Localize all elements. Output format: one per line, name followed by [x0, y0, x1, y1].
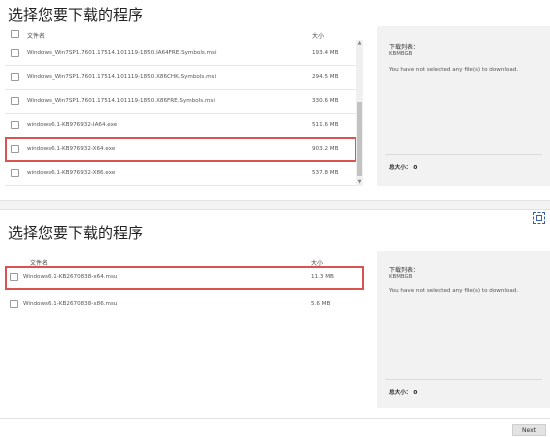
- file-name: windows6.1-KB976932-IA64.exe: [27, 122, 118, 128]
- file-size: 5.6 MB: [311, 301, 331, 307]
- column-header-size: 大小: [312, 33, 325, 40]
- page-title: 选择您要下载的程序: [8, 224, 144, 242]
- file-list: 文件名 大小 Windows6.1-KB2670838-x64.msu 11.3…: [5, 253, 365, 313]
- table-row[interactable]: Windows_Win7SP1.7601.17514.101119-1850.I…: [5, 42, 360, 66]
- file-name: Windows_Win7SP1.7601.17514.101119-1850.X…: [27, 98, 215, 104]
- download-list-panel: 下载列表： KBMBGB You have not selected any f…: [377, 251, 550, 408]
- scrollbar-thumb[interactable]: [357, 102, 362, 176]
- download-panel-1: 选择您要下载的程序 文件名 大小 Windows_Win7SP1.7601.17…: [0, 0, 550, 200]
- file-list: 文件名 大小 Windows_Win7SP1.7601.17514.101119…: [5, 26, 360, 194]
- row-checkbox[interactable]: [10, 300, 18, 308]
- row-checkbox[interactable]: [11, 73, 19, 81]
- download-list-units: KBMBGB: [389, 51, 413, 57]
- divider: [385, 154, 542, 155]
- file-size: 537.8 MB: [312, 170, 339, 176]
- column-header-name: 文件名: [27, 33, 46, 40]
- total-size: 总大小： 0: [389, 165, 418, 171]
- scroll-up-icon[interactable]: ▲: [356, 40, 363, 47]
- row-checkbox[interactable]: [11, 121, 19, 129]
- panel-separator: [0, 200, 550, 210]
- footer-divider: [0, 418, 550, 419]
- table-row[interactable]: windows6.1-KB976932-X86.exe 537.8 MB: [5, 162, 360, 186]
- select-all-checkbox[interactable]: [11, 30, 19, 38]
- total-size: 总大小： 0: [389, 390, 418, 396]
- highlight-box: [5, 266, 364, 290]
- table-row[interactable]: Windows6.1-KB2670838-x86.msu 5.6 MB: [5, 293, 365, 317]
- download-list-panel: 下载列表： KBMBGB You have not selected any f…: [377, 26, 550, 186]
- file-size: 511.6 MB: [312, 122, 339, 128]
- table-row[interactable]: Windows_Win7SP1.7601.17514.101119-1850.X…: [5, 66, 360, 90]
- file-size: 294.5 MB: [312, 74, 339, 80]
- row-checkbox[interactable]: [11, 49, 19, 57]
- file-size: 193.4 MB: [312, 50, 339, 56]
- download-list-label: 下载列表：: [389, 267, 420, 274]
- file-name: Windows_Win7SP1.7601.17514.101119-1850.X…: [27, 74, 217, 80]
- page-title: 选择您要下载的程序: [8, 6, 144, 24]
- download-list-label: 下载列表：: [389, 44, 420, 51]
- file-list-scrollbar[interactable]: ▲ ▼: [356, 40, 363, 186]
- download-list-units: KBMBGB: [389, 274, 413, 280]
- row-checkbox[interactable]: [11, 169, 19, 177]
- file-size: 330.6 MB: [312, 98, 339, 104]
- file-name: Windows6.1-KB2670838-x86.msu: [23, 301, 118, 307]
- next-button[interactable]: Next: [512, 424, 546, 436]
- file-name: Windows_Win7SP1.7601.17514.101119-1850.I…: [27, 50, 217, 56]
- divider: [385, 379, 542, 380]
- download-panel-2: 选择您要下载的程序 文件名 大小 Windows6.1-KB2670838-x6…: [0, 210, 550, 434]
- row-checkbox[interactable]: [11, 97, 19, 105]
- table-row[interactable]: Windows_Win7SP1.7601.17514.101119-1850.X…: [5, 90, 360, 114]
- file-name: windows6.1-KB976932-X86.exe: [27, 170, 116, 176]
- empty-download-message: You have not selected any file(s) to dow…: [389, 288, 519, 294]
- table-row[interactable]: windows6.1-KB976932-IA64.exe 511.6 MB: [5, 114, 360, 138]
- scroll-down-icon[interactable]: ▼: [356, 179, 363, 186]
- empty-download-message: You have not selected any file(s) to dow…: [389, 67, 519, 73]
- highlight-box: [5, 137, 357, 162]
- expand-icon[interactable]: [533, 212, 545, 224]
